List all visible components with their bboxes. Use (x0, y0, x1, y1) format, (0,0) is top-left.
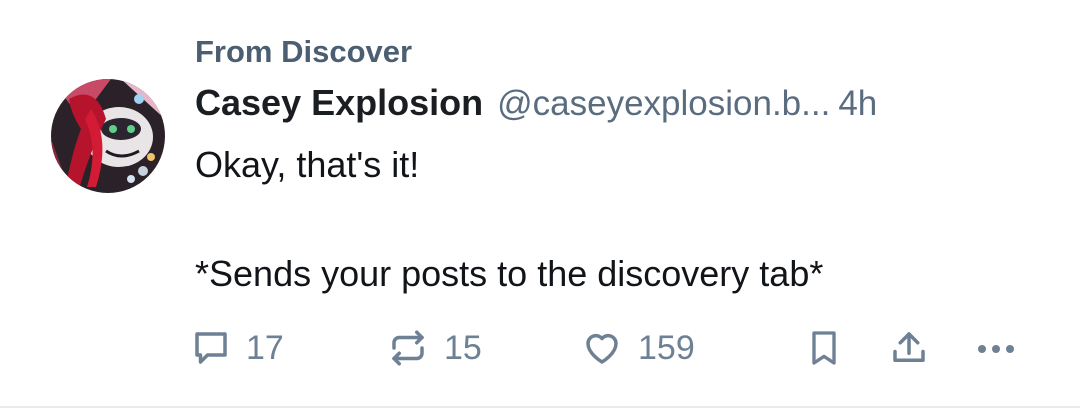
post-body: Okay, that's it! *Sends your posts to th… (195, 144, 823, 294)
reply-count: 17 (246, 328, 284, 367)
like-count: 159 (638, 328, 695, 367)
more-options-button[interactable] (974, 325, 1018, 371)
repost-count: 15 (444, 328, 482, 367)
avatar[interactable] (51, 79, 165, 193)
reply-button[interactable]: 17 (190, 325, 284, 371)
post-text-line: Okay, that's it! (195, 144, 420, 185)
like-button[interactable]: 159 (580, 325, 695, 371)
post-actions: 17 15 159 (190, 325, 1030, 371)
post-timestamp[interactable]: 4h (838, 84, 877, 124)
post-header: Casey Explosion @caseyexplosion.b... 4h (195, 82, 1040, 124)
post-text-line: *Sends your posts to the discovery tab* (195, 253, 824, 294)
repost-button[interactable]: 15 (386, 325, 482, 371)
more-dots-icon (974, 327, 1018, 369)
share-button[interactable] (888, 325, 930, 371)
feed-post[interactable]: From Discover Casey Explosion @caseyexpl… (0, 0, 1080, 408)
bookmark-icon (804, 327, 844, 369)
author-handle[interactable]: @caseyexplosion.b... (497, 84, 830, 124)
post-context-label: From Discover (195, 34, 413, 69)
repost-arrows-icon (386, 327, 430, 369)
heart-icon (580, 327, 624, 369)
speech-bubble-icon (190, 327, 232, 369)
bookmark-button[interactable] (804, 325, 844, 371)
author-name[interactable]: Casey Explosion (195, 82, 483, 124)
share-icon (888, 327, 930, 369)
